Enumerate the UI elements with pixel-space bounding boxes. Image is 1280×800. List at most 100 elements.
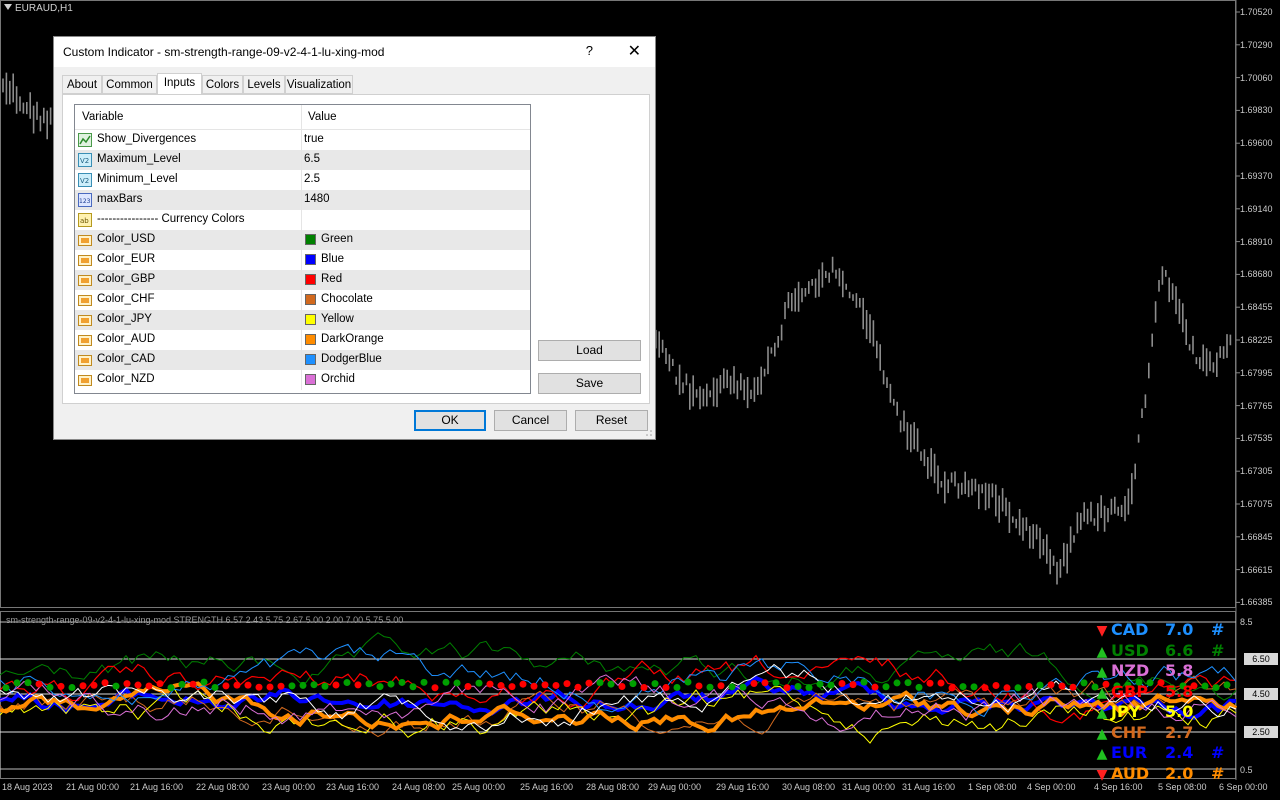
input-row[interactable]: Color_EUR Blue	[75, 250, 530, 270]
color-swatch[interactable]	[305, 314, 316, 325]
divergence-dot	[805, 684, 813, 692]
input-row[interactable]: Color_NZD Orchid	[75, 370, 530, 390]
close-icon[interactable]: ✕	[628, 41, 641, 61]
double-param-icon: V2	[78, 153, 92, 167]
arrow-down-icon: ▼	[1096, 766, 1108, 783]
load-button[interactable]: Load	[538, 340, 641, 361]
divergence-dot	[222, 682, 230, 690]
tab-common[interactable]: Common	[102, 75, 157, 94]
divergence-dot	[266, 683, 274, 691]
currency-code: AUD	[1111, 763, 1150, 783]
divergence-dot	[838, 680, 846, 688]
input-value[interactable]: DodgerBlue	[321, 353, 382, 365]
color-param-icon	[78, 275, 92, 286]
reset-button[interactable]: Reset	[575, 410, 648, 431]
input-row[interactable]: ab ---------------- Currency Colors	[75, 210, 530, 230]
divergence-dot	[728, 683, 736, 691]
cancel-button[interactable]: Cancel	[494, 410, 567, 431]
currency-strength-value: 7.0	[1165, 620, 1194, 639]
color-swatch[interactable]	[305, 294, 316, 305]
input-row[interactable]: 123 maxBars 1480	[75, 190, 530, 210]
input-row[interactable]: Color_CAD DodgerBlue	[75, 350, 530, 370]
input-row[interactable]: Color_GBP Red	[75, 270, 530, 290]
input-value[interactable]: Green	[321, 233, 353, 245]
divergence-dot	[453, 679, 461, 687]
divergence-dot	[332, 681, 340, 689]
string-param-icon: ab	[78, 213, 92, 227]
color-swatch[interactable]	[305, 354, 316, 365]
column-divider	[301, 230, 302, 250]
input-value[interactable]: Blue	[321, 253, 344, 265]
divergence-dot	[827, 681, 835, 689]
help-button[interactable]: ?	[586, 43, 593, 58]
arrow-up-icon: ▲	[1096, 684, 1108, 701]
tab-visualization[interactable]: Visualization	[285, 75, 353, 94]
divergence-dot	[530, 682, 538, 690]
input-value[interactable]: Yellow	[321, 313, 354, 325]
divergence-dot	[24, 679, 32, 687]
currency-strength-value: 5.0	[1165, 702, 1194, 721]
time-scale-label: 25 Aug 00:00	[452, 782, 506, 792]
currency-hash-marker: #	[1211, 620, 1225, 639]
input-row[interactable]: Show_Divergences true	[75, 130, 530, 150]
tab-colors[interactable]: Colors	[202, 75, 243, 94]
input-value[interactable]: true	[304, 133, 324, 145]
price-scale-label: 1.67765	[1240, 400, 1273, 411]
input-row[interactable]: V2 Minimum_Level 2.5	[75, 170, 530, 190]
divergence-dot	[981, 684, 989, 692]
input-variable-name: Maximum_Level	[97, 153, 181, 165]
column-header-variable[interactable]: Variable	[82, 111, 123, 123]
currency-code: JPY	[1111, 702, 1141, 721]
divergence-dot	[585, 679, 593, 687]
input-value[interactable]: 2.5	[304, 173, 320, 185]
currency-hash-marker: #	[1211, 743, 1225, 762]
currency-hash-marker: #	[1211, 763, 1225, 783]
svg-text:ab: ab	[80, 217, 89, 225]
time-scale-label: 31 Aug 16:00	[902, 782, 956, 792]
input-value[interactable]: 1480	[304, 193, 330, 205]
divergence-dot	[871, 683, 879, 691]
divergence-dot	[277, 682, 285, 690]
divergence-dot	[574, 683, 582, 691]
divergence-dot	[552, 681, 560, 689]
divergence-dot	[442, 678, 450, 686]
divergence-dot	[706, 683, 714, 691]
input-value[interactable]: 6.5	[304, 153, 320, 165]
color-swatch[interactable]	[305, 234, 316, 245]
input-value[interactable]: Chocolate	[321, 293, 373, 305]
color-swatch[interactable]	[305, 334, 316, 345]
dialog-title: Custom Indicator - sm-strength-range-09-…	[63, 45, 385, 59]
currency-strength-value: 2.0	[1165, 763, 1194, 783]
price-scale-label: 1.68225	[1240, 335, 1273, 345]
ok-button[interactable]: OK	[414, 410, 486, 431]
inputs-grid: Variable Value Show_Divergences true V2 Max…	[74, 104, 531, 394]
input-row[interactable]: Color_JPY Yellow	[75, 310, 530, 330]
column-divider	[301, 190, 302, 210]
resize-grip-icon[interactable]	[645, 429, 653, 437]
divergence-dot	[937, 679, 945, 687]
input-row[interactable]: Color_CHF Chocolate	[75, 290, 530, 310]
time-scale-label: 4 Sep 00:00	[1027, 782, 1076, 792]
input-value[interactable]: Red	[321, 273, 342, 285]
column-header-value[interactable]: Value	[308, 111, 337, 123]
currency-code: NZD	[1111, 661, 1150, 680]
column-divider	[301, 330, 302, 350]
tab-about[interactable]: About	[62, 75, 102, 94]
divergence-dot	[156, 680, 164, 688]
input-row[interactable]: Color_USD Green	[75, 230, 530, 250]
divergence-dot	[1036, 681, 1044, 689]
color-swatch[interactable]	[305, 374, 316, 385]
input-value[interactable]: DarkOrange	[321, 333, 384, 345]
color-swatch[interactable]	[305, 274, 316, 285]
divergence-dot	[717, 682, 725, 690]
dialog-titlebar[interactable]: Custom Indicator - sm-strength-range-09-…	[54, 37, 655, 67]
save-button[interactable]: Save	[538, 373, 641, 394]
input-row[interactable]: V2 Maximum_Level 6.5	[75, 150, 530, 170]
tab-levels[interactable]: Levels	[243, 75, 285, 94]
color-swatch[interactable]	[305, 254, 316, 265]
input-row[interactable]: Color_AUD DarkOrange	[75, 330, 530, 350]
price-scale-label: 1.67305	[1240, 466, 1273, 477]
tab-inputs[interactable]: Inputs	[157, 73, 202, 95]
input-value[interactable]: Orchid	[321, 373, 355, 385]
arrow-down-icon: ▼	[1096, 623, 1108, 639]
